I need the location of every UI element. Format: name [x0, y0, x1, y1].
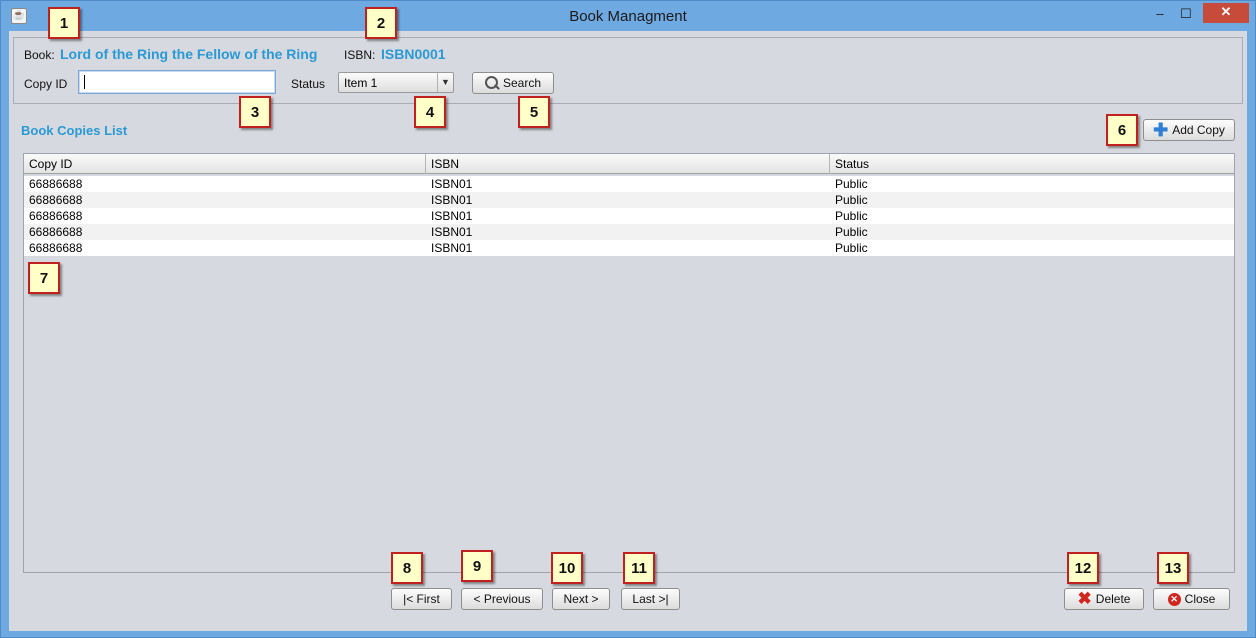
callout-12: 12 — [1067, 552, 1099, 584]
book-title-value: Lord of the Ring the Fellow of the Ring — [60, 46, 318, 62]
table-row[interactable]: 66886688 ISBN01 Public — [24, 176, 1234, 192]
book-copies-list-title: Book Copies List — [21, 123, 128, 138]
red-x-icon: ✖ — [1077, 589, 1092, 608]
plus-icon: ✚ — [1153, 120, 1169, 140]
cell-copy-id: 66886688 — [29, 241, 83, 255]
cell-copy-id: 66886688 — [29, 177, 83, 191]
callout-1: 1 — [48, 7, 80, 39]
callout-6: 6 — [1106, 114, 1138, 146]
status-dropdown[interactable]: Item 1 ▼ — [338, 72, 454, 93]
callout-13: 13 — [1157, 552, 1189, 584]
book-management-window: ☕ Book Managment – ☐ ✕ Book: Lord of the… — [0, 0, 1256, 638]
copy-id-input[interactable] — [78, 70, 276, 94]
add-copy-button[interactable]: ✚ Add Copy — [1143, 119, 1235, 141]
cell-isbn: ISBN01 — [431, 241, 473, 255]
search-button-label: Search — [502, 76, 542, 90]
magnifier-icon — [484, 76, 499, 90]
minimize-button[interactable]: – — [1147, 5, 1173, 25]
column-header-status[interactable]: Status — [830, 154, 1236, 174]
table-body: 66886688 ISBN01 Public 66886688 ISBN01 P… — [24, 176, 1234, 256]
cell-status: Public — [835, 209, 868, 223]
callout-8: 8 — [391, 552, 423, 584]
maximize-button[interactable]: ☐ — [1173, 5, 1199, 25]
isbn-label: ISBN: — [344, 48, 376, 62]
table-row[interactable]: 66886688 ISBN01 Public — [24, 240, 1234, 256]
callout-2: 2 — [365, 7, 397, 39]
cell-isbn: ISBN01 — [431, 225, 473, 239]
cell-status: Public — [835, 193, 868, 207]
callout-9: 9 — [461, 550, 493, 582]
status-label: Status — [291, 77, 326, 91]
callout-3: 3 — [239, 96, 271, 128]
cell-copy-id: 66886688 — [29, 209, 83, 223]
table-row[interactable]: 66886688 ISBN01 Public — [24, 224, 1234, 240]
table-row[interactable]: 66886688 ISBN01 Public — [24, 208, 1234, 224]
dropdown-arrow-icon[interactable]: ▼ — [437, 73, 453, 92]
previous-page-button[interactable]: < Previous — [461, 588, 543, 610]
window-title: Book Managment — [569, 8, 687, 25]
cell-status: Public — [835, 177, 868, 191]
next-page-button[interactable]: Next > — [552, 588, 610, 610]
column-header-copy-id[interactable]: Copy ID — [24, 154, 426, 174]
column-header-isbn[interactable]: ISBN — [426, 154, 830, 174]
first-page-button[interactable]: |< First — [391, 588, 452, 610]
close-label: Close — [1184, 592, 1216, 606]
add-copy-label: Add Copy — [1172, 123, 1225, 137]
cell-isbn: ISBN01 — [431, 209, 473, 223]
cell-copy-id: 66886688 — [29, 225, 83, 239]
table-row[interactable]: 66886688 ISBN01 Public — [24, 192, 1234, 208]
callout-10: 10 — [551, 552, 583, 584]
close-circle-icon: ✕ — [1167, 592, 1181, 606]
cell-isbn: ISBN01 — [431, 193, 473, 207]
callout-4: 4 — [414, 96, 446, 128]
status-selected-value: Item 1 — [344, 76, 378, 90]
cell-status: Public — [835, 241, 868, 255]
search-button[interactable]: Search — [472, 72, 554, 94]
book-copies-table[interactable]: Copy ID ISBN Status 66886688 ISBN01 Publ… — [23, 153, 1235, 573]
book-label: Book: — [24, 48, 55, 62]
callout-11: 11 — [623, 552, 655, 584]
search-panel: Book: Lord of the Ring the Fellow of the… — [13, 37, 1243, 104]
close-window-button[interactable]: ✕ — [1203, 3, 1249, 23]
last-page-button[interactable]: Last >| — [621, 588, 680, 610]
cell-isbn: ISBN01 — [431, 177, 473, 191]
copy-id-label: Copy ID — [24, 77, 68, 91]
cell-copy-id: 66886688 — [29, 193, 83, 207]
cell-status: Public — [835, 225, 868, 239]
delete-label: Delete — [1095, 592, 1131, 606]
table-header: Copy ID ISBN Status — [24, 154, 1234, 174]
close-button[interactable]: ✕ Close — [1153, 588, 1230, 610]
isbn-value: ISBN0001 — [381, 46, 446, 62]
title-bar: ☕ Book Managment – ☐ ✕ — [1, 1, 1255, 31]
main-content: Book: Lord of the Ring the Fellow of the… — [9, 31, 1247, 631]
delete-button[interactable]: ✖ Delete — [1064, 588, 1144, 610]
callout-7: 7 — [28, 262, 60, 294]
callout-5: 5 — [518, 96, 550, 128]
